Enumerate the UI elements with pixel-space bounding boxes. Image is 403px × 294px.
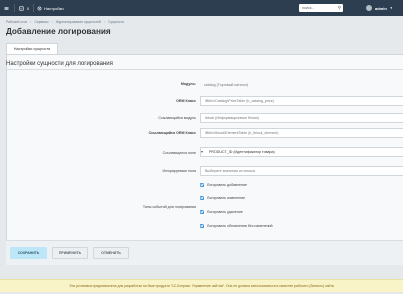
ignored-fields-input[interactable]: Выберите значения из списка	[200, 166, 403, 176]
breadcrumb: Рабочий стол › Сервисы › Журналирование …	[6, 19, 124, 24]
tasks-icon	[19, 5, 24, 11]
chevron-down-icon: ▾	[201, 149, 204, 154]
event-label: Логировать добавление	[207, 183, 247, 187]
orm-class-label: ORM Класс	[176, 99, 196, 103]
breadcrumb-separator-icon: ›	[30, 19, 32, 24]
page-title: Добавление логирования	[6, 27, 111, 36]
apply-button[interactable]: ПРИМЕНИТЬ	[52, 247, 88, 259]
cancel-button[interactable]: ОТМЕНИТЬ	[93, 247, 129, 259]
checkbox-checked-icon[interactable]	[200, 183, 204, 187]
divider	[14, 4, 15, 12]
event-checkbox-noop[interactable]: Логировать обновления без изменений	[200, 223, 273, 229]
breadcrumb-item[interactable]: Сущности	[108, 20, 124, 24]
breadcrumb-item[interactable]: Сервисы	[34, 20, 48, 24]
top-bar: 0 Настройки поиск... ⚲ admin ▼	[0, 0, 403, 16]
menu-toggle[interactable]	[4, 0, 9, 16]
user-menu[interactable]: admin ▼	[366, 4, 393, 12]
module-label: Модуль:	[180, 82, 196, 86]
event-label: Логировать удаление	[207, 210, 243, 214]
checkbox-checked-icon[interactable]	[200, 210, 204, 214]
ref-field-select[interactable]: PRODUCT_ID (Идентификатор товара)	[200, 147, 403, 157]
chevron-down-icon: ▼	[389, 6, 393, 10]
dev-notice-banner: Эта установка предназначена для разработ…	[0, 279, 403, 292]
event-checkbox-update[interactable]: Логировать изменение	[200, 195, 245, 201]
event-checkbox-delete[interactable]: Логировать удаление	[200, 209, 243, 215]
search-input[interactable]: поиск... ⚲	[299, 4, 343, 12]
user-name: admin	[375, 5, 387, 11]
module-value: catalog (Торговый каталог)	[204, 83, 249, 87]
checkbox-checked-icon[interactable]	[200, 224, 204, 228]
avatar	[366, 5, 372, 11]
breadcrumb-separator-icon: ›	[103, 19, 105, 24]
breadcrumb-item[interactable]: Рабочий стол	[6, 20, 27, 24]
tasks-count: 0	[27, 5, 30, 11]
settings-label: Настройки	[44, 5, 64, 11]
search-placeholder: поиск...	[302, 6, 315, 10]
ref-field-label: Ссылающееся поле	[162, 151, 196, 155]
gear-icon	[37, 6, 42, 10]
checkbox-checked-icon[interactable]	[200, 196, 204, 200]
event-label: Логировать обновления без изменений	[207, 224, 273, 228]
divider	[6, 69, 403, 70]
breadcrumb-separator-icon: ›	[51, 19, 53, 24]
event-checkbox-add[interactable]: Логировать добавление	[200, 182, 247, 188]
breadcrumb-item[interactable]: Журналирование сущностей	[56, 20, 101, 24]
favorite-star-icon[interactable]: ☆	[96, 29, 102, 37]
hamburger-icon	[4, 6, 9, 10]
orm-class-field[interactable]: \Bitrix\Catalog\PriceTable (b_catalog_pr…	[200, 96, 403, 106]
linked-orm-label: Ссылающийся ORM Класс	[148, 131, 196, 135]
linked-module-field[interactable]: iblock (Информационные блоки)	[200, 113, 403, 123]
section-title: Настройки сущности для логирования	[6, 61, 113, 67]
event-label: Логировать изменение	[207, 196, 246, 200]
event-types-label: Типы событий для логирования	[142, 205, 196, 209]
linked-module-label: Ссылающийся модуль	[158, 116, 196, 120]
save-button[interactable]: СОХРАНИТЬ	[10, 247, 47, 259]
settings-button[interactable]: Настройки	[37, 0, 64, 16]
tab-entity-settings[interactable]: Настройки сущности	[6, 43, 58, 54]
linked-orm-field[interactable]: \Bitrix\Iblock\ElementTable (b_iblock_el…	[200, 128, 403, 138]
search-icon[interactable]: ⚲	[338, 5, 341, 11]
divider	[33, 4, 34, 12]
ignored-fields-label: Игнорируемые поля	[162, 169, 196, 173]
tasks-button[interactable]: 0	[19, 0, 29, 16]
